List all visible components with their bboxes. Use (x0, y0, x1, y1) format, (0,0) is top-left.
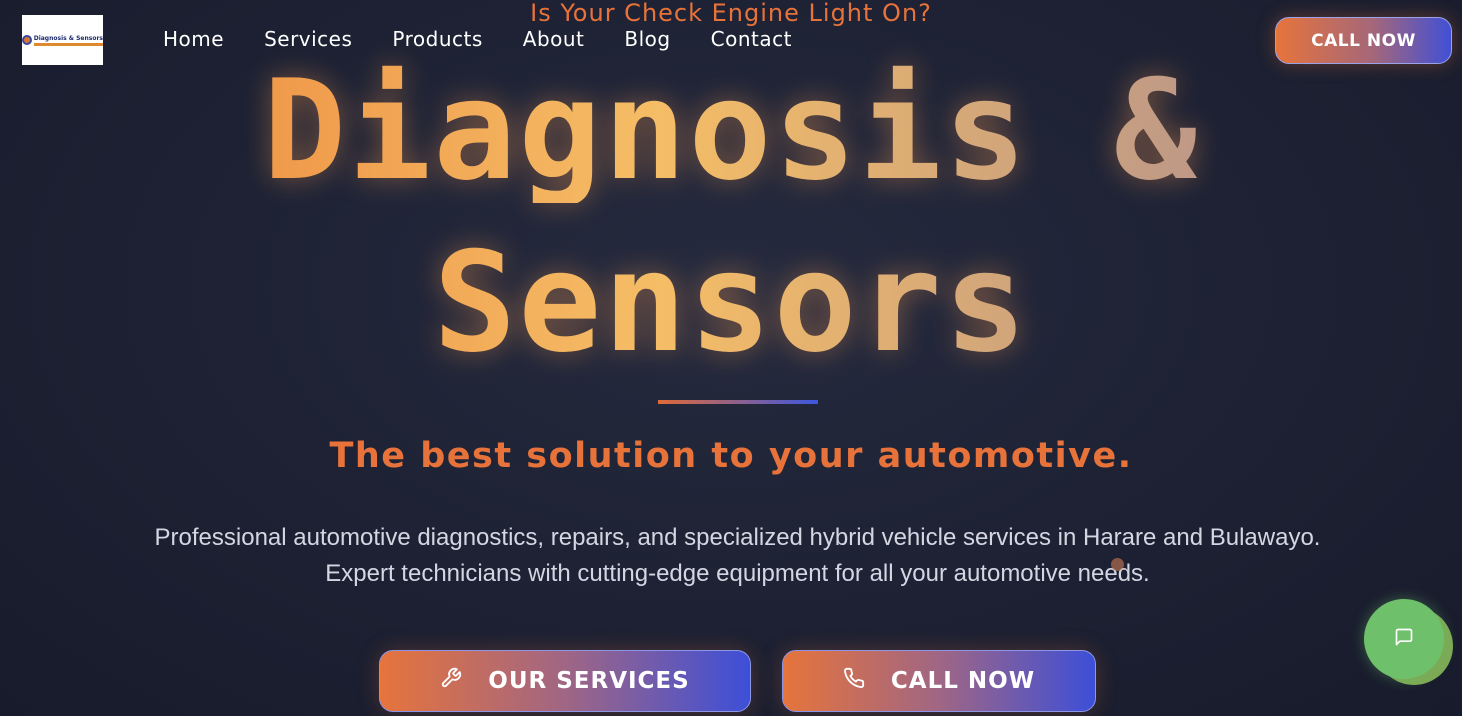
nav-contact[interactable]: Contact (711, 27, 792, 51)
main-nav: Home Services Products About Blog Contac… (163, 27, 792, 51)
nav-home[interactable]: Home (163, 27, 224, 51)
hero-divider (658, 400, 818, 404)
chat-bubble-icon (1394, 627, 1414, 651)
our-services-button[interactable]: OUR SERVICES (379, 650, 751, 712)
hero-title-line-1: Diagnosis & (0, 58, 1462, 203)
hero-tagline: The best solution to your automotive. (329, 436, 1133, 476)
logo-stripe (33, 42, 103, 46)
hero-call-now-button[interactable]: CALL NOW (782, 650, 1096, 712)
logo-emblem-icon (22, 35, 32, 45)
logo-text: Diagnosis & Sensors (33, 34, 103, 42)
nav-blog[interactable]: Blog (624, 27, 670, 51)
hero-title-line-2: Sensors (0, 230, 1462, 375)
our-services-label: OUR SERVICES (488, 668, 690, 694)
nav-services[interactable]: Services (264, 27, 352, 51)
phone-icon (843, 667, 865, 695)
header-call-now-button[interactable]: CALL NOW (1275, 17, 1452, 64)
hero-description: Professional automotive diagnostics, rep… (154, 524, 1321, 587)
nav-products[interactable]: Products (392, 27, 482, 51)
announcement-banner: Is Your Check Engine Light On? (530, 0, 932, 27)
wrench-icon (440, 667, 462, 695)
cursor-dot (1111, 558, 1124, 571)
nav-about[interactable]: About (523, 27, 585, 51)
call-now-label: CALL NOW (890, 668, 1036, 694)
chat-button[interactable] (1364, 599, 1444, 679)
logo-wordmark: Diagnosis & Sensors (33, 34, 103, 46)
